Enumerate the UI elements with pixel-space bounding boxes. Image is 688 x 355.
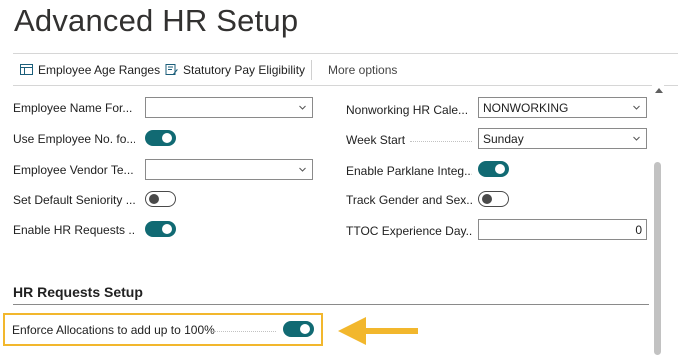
label-leader xyxy=(410,141,472,143)
chevron-down-icon xyxy=(299,105,306,110)
label-leader xyxy=(212,331,276,333)
nonworking-calendar-select[interactable]: NONWORKING xyxy=(478,97,647,118)
vertical-scrollbar[interactable] xyxy=(652,84,664,355)
track-gender-label: Track Gender and Sex... xyxy=(346,193,472,207)
document-edit-icon xyxy=(165,64,178,75)
chevron-down-icon xyxy=(633,105,640,110)
ttoc-experience-input[interactable]: 0 xyxy=(478,219,647,240)
table-icon xyxy=(20,64,33,75)
more-options-button[interactable]: More options xyxy=(328,54,397,85)
statutory-pay-eligibility-label: Statutory Pay Eligibility xyxy=(183,62,306,77)
employee-name-format-label: Employee Name For... xyxy=(13,101,133,115)
enforce-allocations-toggle[interactable] xyxy=(283,321,314,337)
use-employee-no-toggle[interactable] xyxy=(145,130,176,146)
employee-name-format-select[interactable] xyxy=(145,97,313,118)
enable-parklane-toggle[interactable] xyxy=(478,161,509,177)
arrow-left-icon xyxy=(338,317,418,345)
ttoc-experience-label: TTOC Experience Day... xyxy=(346,224,472,238)
employee-vendor-template-select[interactable] xyxy=(145,159,313,180)
scrollbar-thumb[interactable] xyxy=(654,162,661,355)
week-start-select[interactable]: Sunday xyxy=(478,128,647,149)
enable-hr-requests-toggle[interactable] xyxy=(145,221,176,237)
track-gender-toggle[interactable] xyxy=(478,191,509,207)
use-employee-no-label: Use Employee No. fo... xyxy=(13,132,135,146)
enable-hr-requests-label: Enable HR Requests ... xyxy=(13,223,135,237)
enable-parklane-label: Enable Parklane Integ... xyxy=(346,164,472,178)
hr-requests-setup-heading: HR Requests Setup xyxy=(13,284,143,300)
set-default-seniority-label: Set Default Seniority ... xyxy=(13,193,135,207)
chevron-down-icon xyxy=(633,136,640,141)
action-bar: Employee Age Ranges Statutory Pay Eligib… xyxy=(13,53,678,86)
week-start-label: Week Start xyxy=(346,133,406,147)
toolbar-divider xyxy=(311,60,312,80)
employee-vendor-template-label: Employee Vendor Te... xyxy=(13,163,134,177)
nonworking-calendar-value: NONWORKING xyxy=(483,101,569,115)
chevron-down-icon xyxy=(299,167,306,172)
set-default-seniority-toggle[interactable] xyxy=(145,191,176,207)
week-start-value: Sunday xyxy=(483,132,524,146)
enforce-allocations-label: Enforce Allocations to add up to 100% xyxy=(12,323,215,337)
employee-age-ranges-label: Employee Age Ranges xyxy=(38,62,161,77)
nonworking-calendar-label: Nonworking HR Cale... xyxy=(346,103,469,117)
scroll-up-icon[interactable] xyxy=(655,88,663,93)
page-title: Advanced HR Setup xyxy=(14,3,299,38)
section-divider xyxy=(13,304,649,305)
ttoc-experience-value: 0 xyxy=(635,223,642,237)
statutory-pay-eligibility-action[interactable]: Statutory Pay Eligibility xyxy=(165,54,305,85)
employee-age-ranges-action[interactable]: Employee Age Ranges xyxy=(20,54,160,85)
